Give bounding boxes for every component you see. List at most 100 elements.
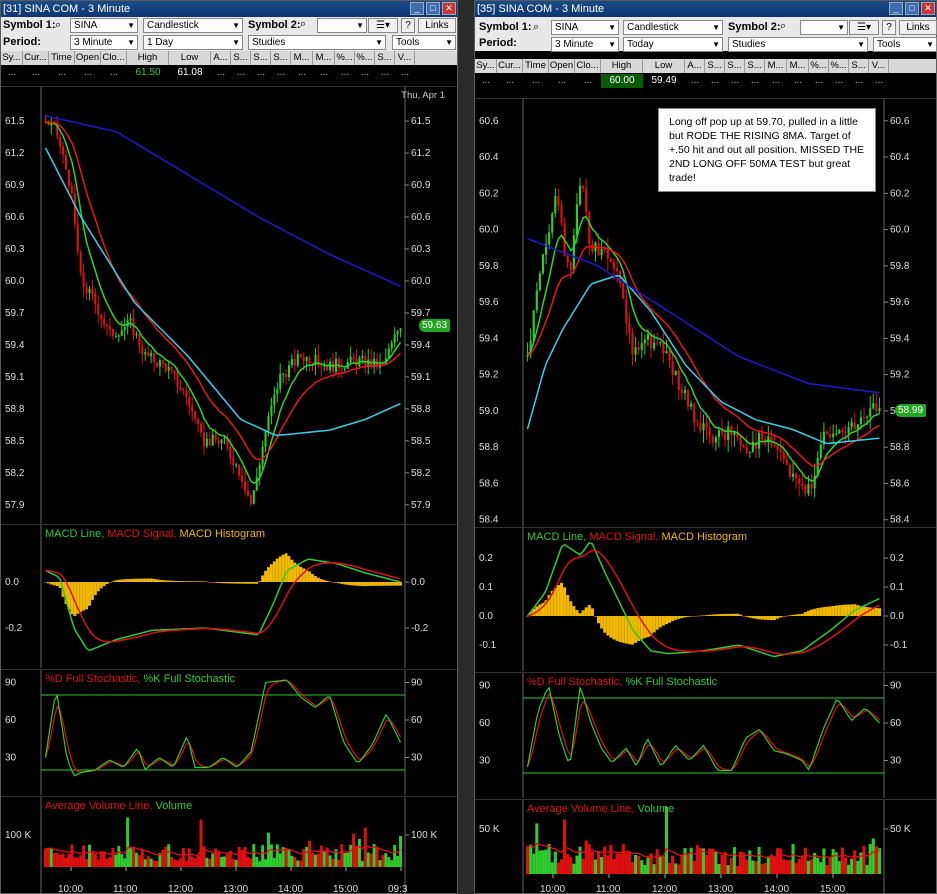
- quote-header-cell[interactable]: %...: [829, 59, 849, 73]
- quote-header-cell[interactable]: M...: [787, 59, 809, 73]
- search-icon[interactable]: ⌕: [533, 21, 539, 34]
- candle-body: [399, 328, 402, 332]
- candle-body: [246, 490, 249, 496]
- candle-body: [720, 430, 724, 434]
- quote-header-cell[interactable]: Time: [523, 59, 549, 73]
- range-dropdown[interactable]: Today: [623, 37, 723, 52]
- quote-header-cell[interactable]: S...: [375, 51, 395, 65]
- quote-value-cell: ...: [874, 75, 884, 86]
- candle-body: [50, 123, 53, 126]
- quote-header-cell[interactable]: %...: [355, 51, 375, 65]
- candle-body: [243, 481, 247, 491]
- quote-header-cell[interactable]: Sy...: [1, 51, 23, 65]
- quote-header-cell[interactable]: Clo...: [101, 51, 127, 65]
- volume-bar: [720, 854, 724, 874]
- list-menu-button[interactable]: ☰▾: [368, 18, 398, 33]
- quote-header-cell[interactable]: S...: [705, 59, 725, 73]
- macd-hist-bar: [272, 561, 276, 582]
- quote-header-cell[interactable]: V...: [869, 59, 889, 73]
- left-macd-chart[interactable]: 0.0 0.0 -0.2 -0.2: [1, 525, 457, 668]
- list-menu-button[interactable]: ☰▾: [849, 20, 879, 35]
- macd-hist-bar: [769, 616, 773, 621]
- quote-header-cell[interactable]: V...: [395, 51, 415, 65]
- candle-body: [282, 373, 285, 375]
- quote-header-cell[interactable]: M...: [765, 59, 787, 73]
- quote-header-cell[interactable]: S...: [745, 59, 765, 73]
- search-icon[interactable]: ⌕: [55, 19, 61, 32]
- right-stoch-chart[interactable]: 90 90 60 60 30 30: [475, 673, 936, 798]
- maximize-button[interactable]: □: [426, 2, 440, 15]
- links-button[interactable]: Links: [899, 20, 937, 35]
- candle-body: [150, 352, 153, 357]
- symbol1-dropdown[interactable]: SINA: [551, 20, 619, 35]
- volume-bar: [284, 847, 288, 867]
- quote-header-cell[interactable]: High: [127, 51, 169, 65]
- quote-header-cell[interactable]: Cur...: [23, 51, 49, 65]
- quote-header-cell[interactable]: A...: [685, 59, 705, 73]
- volume-bar: [123, 858, 127, 867]
- quote-header-cell[interactable]: Clo...: [575, 59, 601, 73]
- help-button[interactable]: ?: [882, 20, 896, 35]
- candle-body: [320, 365, 323, 367]
- quote-header-cell[interactable]: %...: [335, 51, 355, 65]
- symbol1-label: Symbol 1:: [3, 19, 56, 31]
- symbol2-input[interactable]: [317, 18, 367, 33]
- minimize-button[interactable]: _: [889, 2, 903, 15]
- help-button[interactable]: ?: [401, 18, 415, 33]
- quote-header-cell[interactable]: S...: [725, 59, 745, 73]
- left-price-chart[interactable]: 61.5 61.5 61.2 61.2 60.9 60.9 60.6 60.6 60.3 60.3…: [1, 87, 457, 524]
- interval-dropdown[interactable]: 3 Minute: [70, 35, 138, 50]
- quote-value-cell: ...: [771, 75, 781, 86]
- candle-body: [572, 235, 575, 270]
- search-icon[interactable]: ⌕: [300, 18, 306, 31]
- volume-bar: [217, 851, 221, 867]
- tools-dropdown[interactable]: Tools: [873, 37, 937, 52]
- symbol2-input[interactable]: [800, 20, 848, 35]
- volume-bar: [369, 853, 373, 867]
- quote-header-cell[interactable]: Low: [643, 59, 685, 73]
- quote-header-cell[interactable]: %...: [809, 59, 829, 73]
- studies-dropdown[interactable]: Studies: [248, 35, 386, 50]
- quote-header-cell[interactable]: Time: [49, 51, 75, 65]
- studies-dropdown[interactable]: Studies: [728, 37, 868, 52]
- quote-header-cell[interactable]: Low: [169, 51, 211, 65]
- right-macd-chart[interactable]: 0.2 0.2 0.1 0.1 0.0 0.0 -0.1 -0.1: [475, 528, 936, 671]
- chart-style-dropdown[interactable]: Candlestick: [623, 20, 723, 35]
- quote-header-cell[interactable]: M...: [291, 51, 313, 65]
- close-button[interactable]: ✕: [442, 2, 456, 15]
- quote-header-cell[interactable]: S...: [251, 51, 271, 65]
- maximize-button[interactable]: □: [905, 2, 919, 15]
- quote-value-cell: 59.49: [651, 75, 677, 86]
- left-stoch-chart[interactable]: 90 90 60 60 30 30: [1, 670, 457, 795]
- quote-value-cell: ...: [854, 75, 864, 86]
- search-icon[interactable]: ⌕: [780, 20, 786, 33]
- macd-hist-bar: [340, 582, 344, 584]
- quote-header-cell[interactable]: High: [601, 59, 643, 73]
- range-dropdown[interactable]: 1 Day: [143, 35, 243, 50]
- candle-body: [94, 294, 97, 304]
- volume-bar: [763, 862, 767, 874]
- quote-header-cell[interactable]: M...: [313, 51, 335, 65]
- symbol1-dropdown[interactable]: SINA: [70, 18, 138, 33]
- quote-header-cell[interactable]: S...: [231, 51, 251, 65]
- quote-header-cell[interactable]: S...: [849, 59, 869, 73]
- quote-header-cell[interactable]: A...: [211, 51, 231, 65]
- close-button[interactable]: ✕: [921, 2, 935, 15]
- minimize-button[interactable]: _: [410, 2, 424, 15]
- macd-hist-bar: [187, 581, 191, 582]
- y-tick-label: 58.5: [5, 436, 25, 447]
- links-button[interactable]: Links: [418, 18, 456, 33]
- quote-header-cell[interactable]: Sy...: [475, 59, 497, 73]
- candle-body: [603, 248, 606, 251]
- quote-header-cell[interactable]: Cur...: [497, 59, 523, 73]
- macd-hist-bar: [319, 579, 323, 582]
- interval-dropdown[interactable]: 3 Minute: [551, 37, 619, 52]
- quote-header-cell[interactable]: Open: [549, 59, 575, 73]
- macd-hist-bar: [114, 580, 118, 582]
- volume-bar: [143, 859, 147, 867]
- quote-header-cell[interactable]: Open: [75, 51, 101, 65]
- quote-header-cell[interactable]: S...: [271, 51, 291, 65]
- volume-bar: [621, 844, 625, 874]
- chart-style-dropdown[interactable]: Candlestick: [143, 18, 243, 33]
- tools-dropdown[interactable]: Tools: [392, 35, 456, 50]
